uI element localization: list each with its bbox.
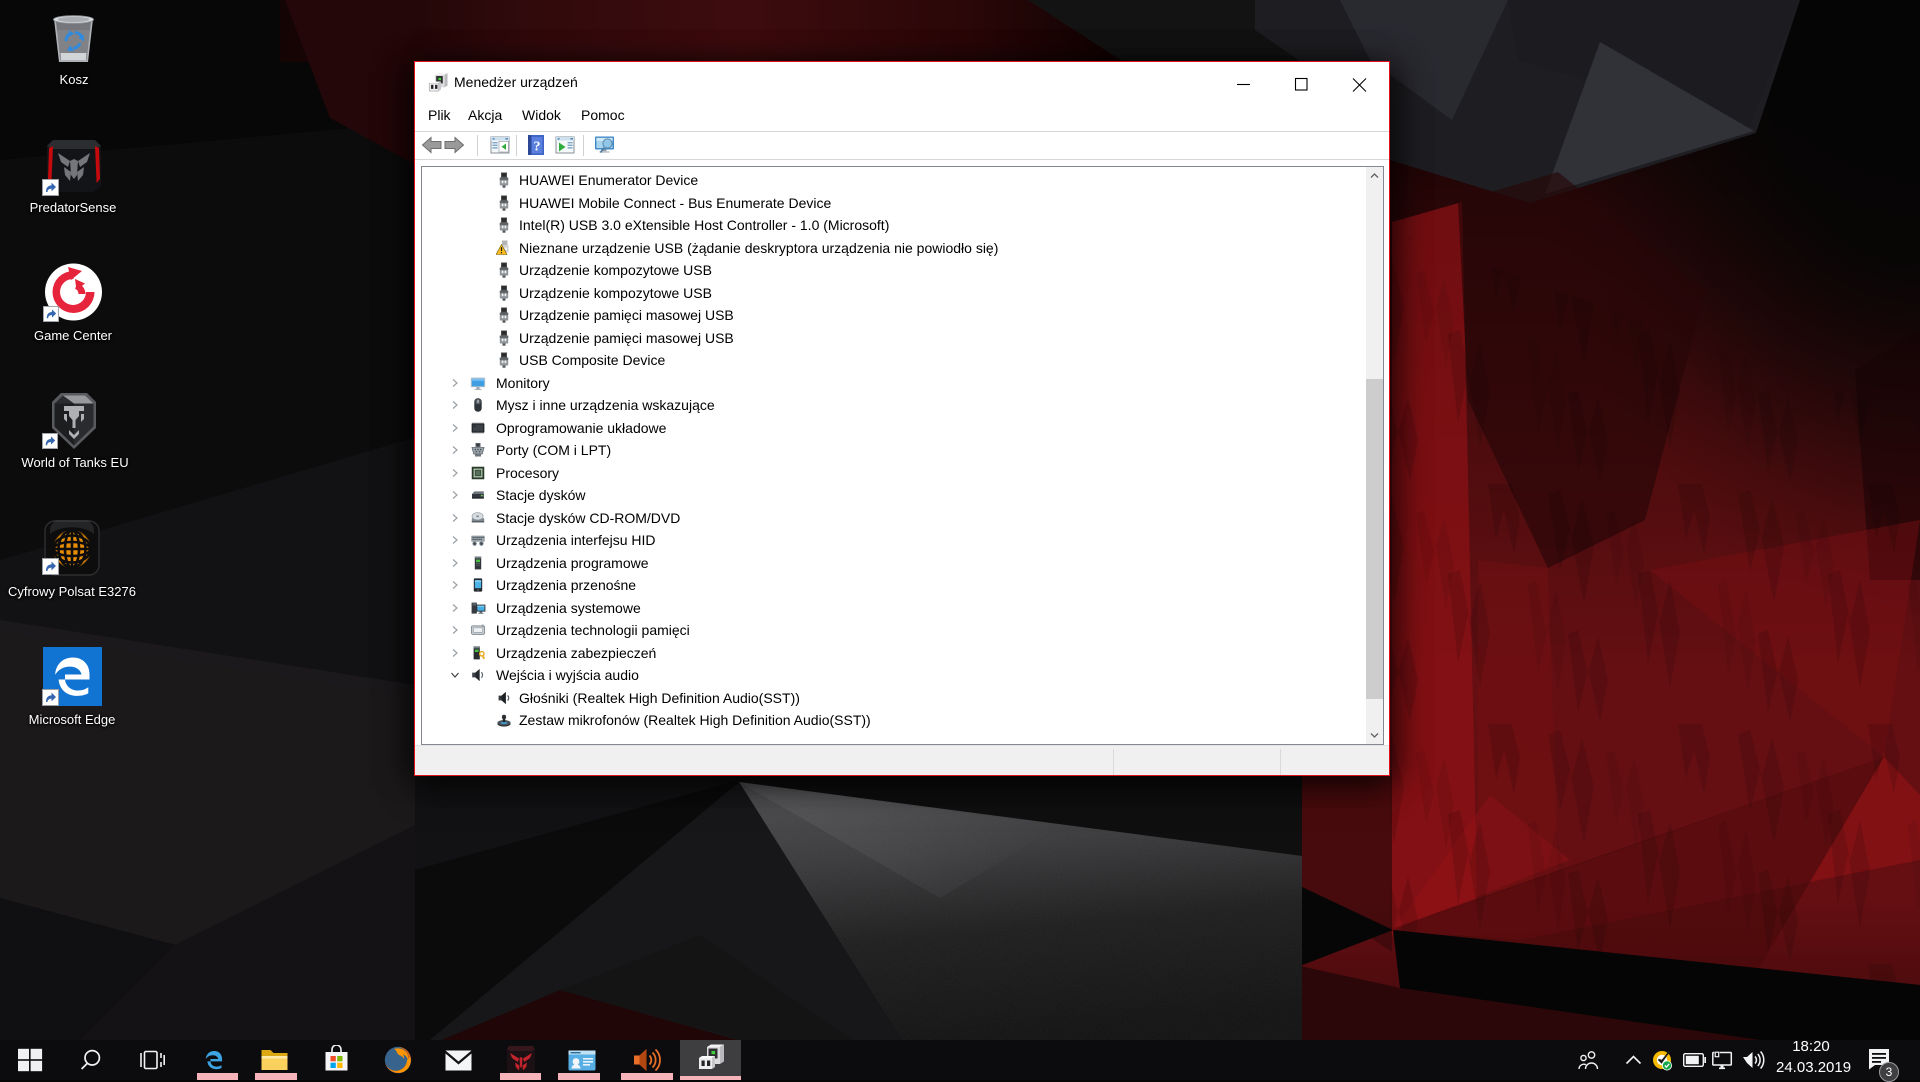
svg-text:?: ? [534,140,541,155]
